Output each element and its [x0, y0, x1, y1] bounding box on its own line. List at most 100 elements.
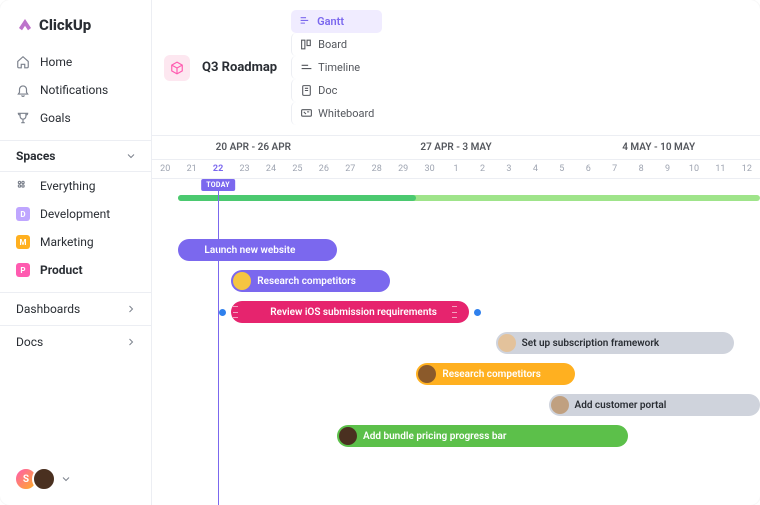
- task-bar[interactable]: Research competitors: [416, 363, 575, 385]
- day-cell[interactable]: 1: [443, 160, 469, 178]
- drag-handle-icon[interactable]: [233, 306, 238, 318]
- assignee-avatar[interactable]: [498, 334, 516, 352]
- avatar[interactable]: [32, 467, 56, 491]
- nav-dashboards-label: Dashboards: [16, 302, 80, 316]
- view-timeline[interactable]: Timeline: [291, 56, 382, 79]
- space-everything-label: Everything: [40, 179, 95, 193]
- space-everything[interactable]: Everything: [0, 172, 151, 200]
- topbar: Q3 Roadmap GanttBoard Timeline Doc Whiteboa…: [152, 0, 760, 136]
- day-cell[interactable]: 2: [469, 160, 495, 178]
- task-label: Research competitors: [257, 276, 356, 287]
- week-header: 4 MAY - 10 MAY: [557, 136, 760, 159]
- nav-docs-label: Docs: [16, 335, 43, 349]
- task-bar[interactable]: Set up subscription framework: [496, 332, 734, 354]
- space-color-icon: P: [16, 263, 30, 277]
- task-label: Review iOS submission requirements: [270, 307, 437, 318]
- spaces-header-label: Spaces: [16, 149, 55, 163]
- cube-icon: [170, 61, 184, 75]
- nav-goals[interactable]: Goals: [0, 104, 151, 132]
- day-cell[interactable]: 5: [549, 160, 575, 178]
- today-line: [218, 179, 219, 505]
- space-item-development[interactable]: D Development: [0, 200, 151, 228]
- assignee-avatar[interactable]: [339, 427, 357, 445]
- day-cell[interactable]: 4: [522, 160, 548, 178]
- dependency-dot: [474, 309, 481, 316]
- space-item-product[interactable]: P Product: [0, 256, 151, 284]
- nav-dashboards[interactable]: Dashboards: [0, 292, 151, 325]
- day-cell[interactable]: 20: [152, 160, 178, 178]
- day-cell[interactable]: 28: [364, 160, 390, 178]
- assignee-avatar[interactable]: [246, 303, 264, 321]
- day-cell[interactable]: 11: [707, 160, 733, 178]
- whiteboard-icon: [300, 107, 313, 120]
- day-headers: 2021222324252627282930123456789101112: [152, 160, 760, 179]
- nav-goals-label: Goals: [40, 111, 71, 125]
- day-cell[interactable]: 7: [601, 160, 627, 178]
- day-cell[interactable]: 9: [654, 160, 680, 178]
- task-bar[interactable]: Launch new website: [178, 239, 337, 261]
- task-bar[interactable]: Research competitors: [231, 270, 390, 292]
- day-cell[interactable]: 12: [734, 160, 760, 178]
- home-icon: [16, 55, 30, 69]
- chevron-right-icon: [125, 303, 137, 315]
- overall-progress: [178, 195, 416, 201]
- task-bar[interactable]: Review iOS submission requirements: [231, 301, 469, 323]
- space-label: Product: [40, 263, 83, 277]
- space-item-marketing[interactable]: M Marketing: [0, 228, 151, 256]
- week-headers: 20 APR - 26 APR27 APR - 3 MAY4 MAY - 10 …: [152, 136, 760, 160]
- day-cell[interactable]: 25: [284, 160, 310, 178]
- view-board[interactable]: Board: [291, 33, 382, 56]
- task-bar[interactable]: Add bundle pricing progress bar: [337, 425, 628, 447]
- view-gantt[interactable]: Gantt: [291, 10, 382, 33]
- view-label: Doc: [318, 84, 337, 97]
- task-label: Set up subscription framework: [522, 338, 660, 349]
- chevron-down-icon: [60, 473, 72, 485]
- task-label: Research competitors: [442, 369, 541, 380]
- sidebar: ClickUp Home Notifications Goals Spaces …: [0, 0, 152, 505]
- assignee-avatar[interactable]: [233, 272, 251, 290]
- view-doc[interactable]: Doc: [291, 79, 382, 102]
- nav-home[interactable]: Home: [0, 48, 151, 76]
- view-label: Timeline: [318, 61, 360, 74]
- day-cell[interactable]: 30: [416, 160, 442, 178]
- nav-notifications[interactable]: Notifications: [0, 76, 151, 104]
- nav-home-label: Home: [40, 55, 72, 69]
- day-cell[interactable]: 8: [628, 160, 654, 178]
- chevron-right-icon: [125, 336, 137, 348]
- nav-docs[interactable]: Docs: [0, 325, 151, 358]
- task-bar[interactable]: Add customer portal: [549, 394, 760, 416]
- space-color-icon: M: [16, 235, 30, 249]
- assignee-avatar[interactable]: [551, 396, 569, 414]
- task-label: Add customer portal: [575, 400, 667, 411]
- drag-handle-icon[interactable]: [452, 306, 457, 318]
- main: Q3 Roadmap GanttBoard Timeline Doc Whiteboa…: [152, 0, 760, 505]
- week-header: 27 APR - 3 MAY: [355, 136, 558, 159]
- space-color-icon: D: [16, 207, 30, 221]
- day-cell[interactable]: 10: [681, 160, 707, 178]
- project-icon[interactable]: [164, 55, 190, 81]
- spaces-header[interactable]: Spaces: [0, 140, 151, 172]
- day-cell[interactable]: 6: [575, 160, 601, 178]
- day-cell[interactable]: 23: [231, 160, 257, 178]
- day-cell[interactable]: 27: [337, 160, 363, 178]
- brand-logo[interactable]: ClickUp: [0, 0, 151, 48]
- space-label: Development: [40, 207, 110, 221]
- assignee-avatar[interactable]: [180, 241, 198, 259]
- day-cell[interactable]: 21: [178, 160, 204, 178]
- task-label: Add bundle pricing progress bar: [363, 431, 506, 442]
- day-cell[interactable]: 24: [258, 160, 284, 178]
- view-whiteboard[interactable]: Whiteboard: [291, 102, 382, 125]
- gantt-chart[interactable]: TODAYLaunch new websiteResearch competit…: [152, 179, 760, 505]
- project-title: Q3 Roadmap: [202, 60, 277, 75]
- timeline-icon: [300, 61, 313, 74]
- day-cell[interactable]: 3: [496, 160, 522, 178]
- bell-icon: [16, 83, 30, 97]
- assignee-avatar[interactable]: [418, 365, 436, 383]
- user-avatars[interactable]: S: [14, 467, 72, 491]
- day-cell[interactable]: 22: [205, 160, 231, 178]
- trophy-icon: [16, 111, 30, 125]
- day-cell[interactable]: 26: [311, 160, 337, 178]
- space-label: Marketing: [40, 235, 94, 249]
- gantt-icon: [299, 15, 312, 28]
- day-cell[interactable]: 29: [390, 160, 416, 178]
